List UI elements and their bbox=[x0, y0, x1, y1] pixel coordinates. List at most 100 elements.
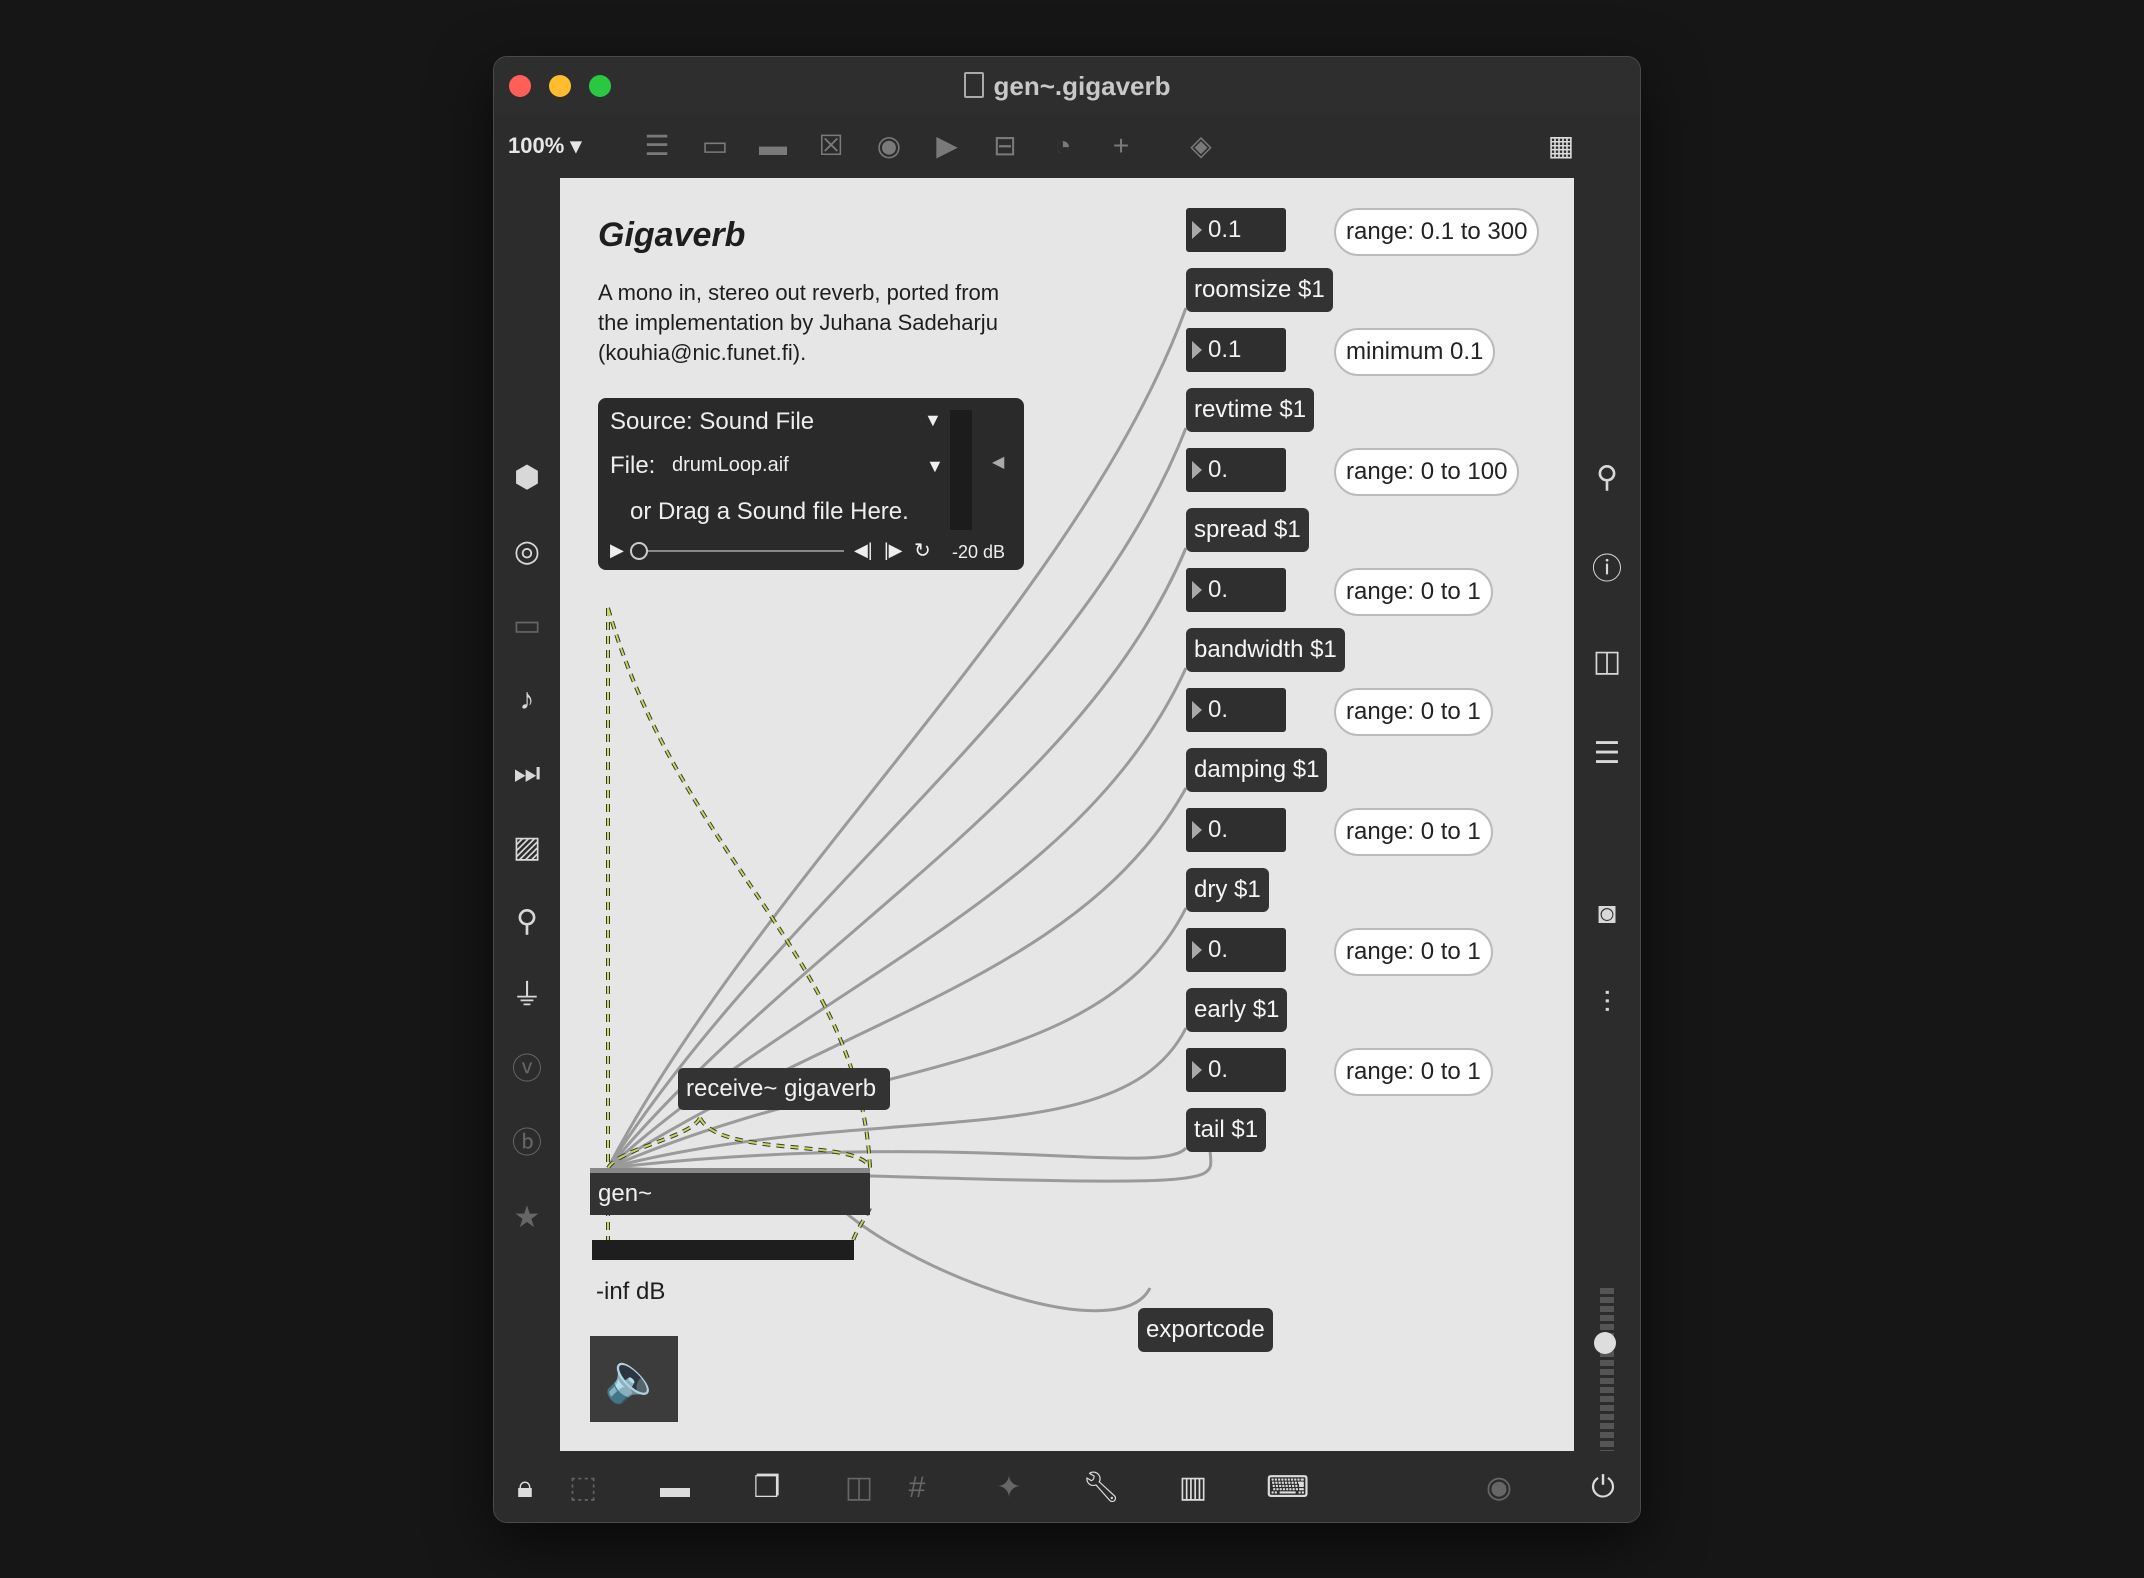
wrench-icon[interactable]: 🔧︎ bbox=[1082, 1469, 1120, 1507]
param-number[interactable]: 0. bbox=[1186, 928, 1286, 972]
param-comment: range: 0 to 1 bbox=[1334, 688, 1493, 736]
param-message[interactable]: damping $1 bbox=[1186, 748, 1328, 792]
param-message[interactable]: revtime $1 bbox=[1186, 388, 1315, 432]
receive-object[interactable]: receive~ gigaverb bbox=[678, 1068, 890, 1110]
comment-icon[interactable]: ▬ bbox=[756, 129, 790, 163]
param-message[interactable]: early $1 bbox=[1186, 988, 1288, 1032]
position-slider[interactable] bbox=[634, 550, 844, 552]
play-icon[interactable]: ▶ bbox=[610, 540, 624, 561]
rewind-icon[interactable]: ◀| bbox=[854, 540, 873, 561]
windows-icon[interactable]: ❐ bbox=[748, 1469, 786, 1507]
param-number[interactable]: 0.1 bbox=[1186, 328, 1286, 372]
param-number[interactable]: 0.1 bbox=[1186, 208, 1286, 252]
param-message[interactable]: dry $1 bbox=[1186, 868, 1269, 912]
gen-object[interactable]: gen~ bbox=[590, 1168, 870, 1215]
param-message[interactable]: bandwidth $1 bbox=[1186, 628, 1345, 672]
grid-icon[interactable]: # bbox=[898, 1469, 936, 1507]
gain-arrow-icon[interactable]: ◀ bbox=[992, 452, 1004, 472]
toggle-icon[interactable]: ☒ bbox=[814, 129, 848, 163]
param-comment: range: 0 to 1 bbox=[1334, 928, 1493, 976]
play-icon[interactable]: ◉ bbox=[1480, 1469, 1518, 1507]
plug-icon[interactable]: ⏚ bbox=[509, 978, 545, 1014]
max-patcher-window: gen~.gigaverb 100% ▾ ☰ ▭ ▬ ☒ ◉ ▶ ⊟ ◔ + ◈… bbox=[493, 56, 1641, 1523]
param-message[interactable]: tail $1 bbox=[1186, 1108, 1267, 1152]
param-number[interactable]: 0. bbox=[1186, 808, 1286, 852]
list-icon[interactable]: ☰ bbox=[1589, 736, 1625, 772]
paperclip-icon[interactable]: ⚲ bbox=[509, 904, 545, 940]
param-number[interactable]: 0. bbox=[1186, 568, 1286, 612]
description-line: the implementation by Juhana Sadeharju bbox=[598, 310, 998, 335]
bottom-toolbar: 🔒︎ ⬚ ▬ ❐ ◫ # ✦ 🔧︎ ▥ ⌨ ◉ ⏻ bbox=[494, 1451, 1640, 1522]
position-knob[interactable] bbox=[630, 542, 648, 560]
param-comment: range: 0 to 1 bbox=[1334, 568, 1493, 616]
slider-icon[interactable]: ⊟ bbox=[988, 129, 1022, 163]
title-bar: gen~.gigaverb bbox=[494, 57, 1640, 114]
patcher-description: A mono in, stereo out reverb, ported fro… bbox=[598, 278, 999, 368]
media-icon[interactable]: ⏭ bbox=[509, 756, 545, 792]
cube-icon[interactable]: ⬢ bbox=[509, 460, 545, 496]
play-object-icon[interactable]: ▶ bbox=[930, 129, 964, 163]
plugin-icon[interactable]: ✦ bbox=[990, 1469, 1028, 1507]
param-comment: range: 0 to 100 bbox=[1334, 448, 1520, 496]
message-box-icon[interactable]: ▭ bbox=[698, 129, 732, 163]
patcher-heading: Gigaverb bbox=[598, 216, 746, 254]
param-message[interactable]: spread $1 bbox=[1186, 508, 1309, 552]
meter-readout: -inf dB bbox=[596, 1278, 666, 1305]
description-line: (kouhia@nic.funet.fi). bbox=[598, 340, 807, 365]
book-icon[interactable]: ◫ bbox=[1589, 644, 1625, 680]
file-label: File: bbox=[610, 452, 656, 479]
power-icon[interactable]: ⏻ bbox=[1584, 1469, 1622, 1507]
object-box-icon[interactable]: ☰ bbox=[640, 129, 674, 163]
param-number[interactable]: 0. bbox=[1186, 1048, 1286, 1092]
target-icon[interactable]: ◎ bbox=[509, 534, 545, 570]
speaker-icon[interactable]: 🔈 bbox=[590, 1336, 678, 1422]
b-icon[interactable]: ⓑ bbox=[509, 1126, 545, 1162]
mute-icon[interactable]: ◫ bbox=[840, 1469, 878, 1507]
info-icon[interactable]: ⓘ bbox=[1589, 552, 1625, 588]
patcher-canvas[interactable]: Gigaverb A mono in, stereo out reverb, p… bbox=[560, 178, 1574, 1451]
mixer-icon[interactable]: ⫶ bbox=[1589, 986, 1625, 1022]
param-comment: range: 0 to 1 bbox=[1334, 1048, 1493, 1096]
exportcode-message[interactable]: exportcode bbox=[1138, 1308, 1273, 1352]
description-line: A mono in, stereo out reverb, ported fro… bbox=[598, 280, 1000, 305]
toolbar: 100% ▾ ☰ ▭ ▬ ☒ ◉ ▶ ⊟ ◔ + ◈ ▦ bbox=[494, 113, 1640, 178]
camera-icon[interactable]: ◙ bbox=[1589, 896, 1625, 932]
presentation-icon[interactable]: ▭ bbox=[509, 608, 545, 644]
presentation-mode-icon[interactable]: ▬ bbox=[656, 1469, 694, 1507]
param-message[interactable]: roomsize $1 bbox=[1186, 268, 1333, 312]
drag-hint: or Drag a Sound file Here. bbox=[630, 498, 909, 525]
loop-icon[interactable]: ↻ bbox=[914, 538, 931, 563]
file-dropdown-icon[interactable]: ▼ bbox=[926, 456, 944, 477]
file-value[interactable]: drumLoop.aif bbox=[672, 454, 789, 477]
keyboard-icon[interactable]: ⌨ bbox=[1266, 1469, 1309, 1507]
source-label: Source: Sound File bbox=[610, 408, 815, 435]
paint-bucket-icon[interactable]: ◈ bbox=[1184, 129, 1218, 163]
v-icon[interactable]: ⓥ bbox=[509, 1052, 545, 1088]
gain-meter bbox=[950, 410, 972, 530]
star-icon[interactable]: ★ bbox=[509, 1200, 545, 1236]
grid-view-icon[interactable]: ▦ bbox=[1544, 129, 1578, 163]
select-icon[interactable]: ⬚ bbox=[564, 1469, 602, 1507]
button-icon[interactable]: ◉ bbox=[872, 129, 906, 163]
add-icon[interactable]: + bbox=[1104, 129, 1138, 163]
document-icon bbox=[963, 72, 984, 98]
music-note-icon[interactable]: ♪ bbox=[509, 682, 545, 718]
dial-icon[interactable]: ◔ bbox=[1046, 129, 1080, 163]
param-number[interactable]: 0. bbox=[1186, 448, 1286, 492]
source-dropdown-icon[interactable]: ▼ bbox=[924, 410, 942, 431]
param-comment: range: 0 to 1 bbox=[1334, 808, 1493, 856]
sound-file-player[interactable]: Source: Sound File ▼ File: drumLoop.aif … bbox=[598, 398, 1024, 570]
piano-icon[interactable]: ▥ bbox=[1174, 1469, 1212, 1507]
zoom-dropdown[interactable]: 100% ▾ bbox=[508, 133, 581, 159]
search-icon[interactable]: ⚲ bbox=[1589, 460, 1625, 496]
image-icon[interactable]: ▨ bbox=[509, 830, 545, 866]
window-title: gen~.gigaverb bbox=[494, 71, 1640, 102]
level-meter bbox=[592, 1240, 854, 1260]
param-comment: range: 0.1 to 300 bbox=[1334, 208, 1540, 256]
param-number[interactable]: 0. bbox=[1186, 688, 1286, 732]
param-comment: minimum 0.1 bbox=[1334, 328, 1496, 376]
volume-slider-knob[interactable] bbox=[1594, 1332, 1616, 1354]
forward-icon[interactable]: |▶ bbox=[884, 540, 903, 561]
gain-readout: -20 dB bbox=[952, 542, 1006, 562]
lock-icon[interactable]: 🔒︎ bbox=[506, 1469, 544, 1507]
